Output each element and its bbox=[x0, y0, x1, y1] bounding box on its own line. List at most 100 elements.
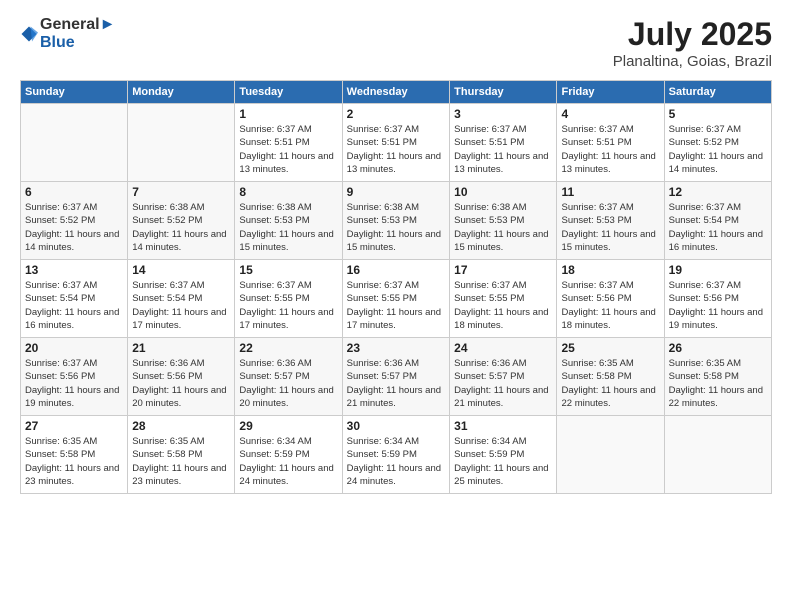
calendar-cell: 18Sunrise: 6:37 AMSunset: 5:56 PMDayligh… bbox=[557, 260, 664, 338]
day-info: Sunrise: 6:37 AMSunset: 5:51 PMDaylight:… bbox=[239, 123, 337, 176]
calendar-cell: 28Sunrise: 6:35 AMSunset: 5:58 PMDayligh… bbox=[128, 416, 235, 494]
day-info: Sunrise: 6:34 AMSunset: 5:59 PMDaylight:… bbox=[454, 435, 552, 488]
calendar-cell: 30Sunrise: 6:34 AMSunset: 5:59 PMDayligh… bbox=[342, 416, 449, 494]
calendar-cell: 19 Sunrise: 6:37 AMSunset: 5:56 PMDayligh… bbox=[664, 260, 771, 338]
logo-icon bbox=[20, 25, 38, 43]
day-number: 4 bbox=[561, 107, 659, 121]
calendar-cell: 8 Sunrise: 6:38 AMSunset: 5:53 PMDaylight… bbox=[235, 182, 342, 260]
calendar-cell: 27 Sunrise: 6:35 AMSunset: 5:58 PMDayligh… bbox=[21, 416, 128, 494]
logo-text: General► Blue bbox=[40, 16, 115, 51]
day-info: Sunrise: 6:35 AMSunset: 5:58 PMDaylight:… bbox=[25, 435, 123, 488]
day-number: 23 bbox=[347, 341, 445, 355]
day-info: Sunrise: 6:34 AMSunset: 5:59 PMDaylight:… bbox=[239, 435, 337, 488]
day-number: 27 bbox=[25, 419, 123, 433]
calendar-cell: 24 Sunrise: 6:36 AMSunset: 5:57 PMDayligh… bbox=[450, 338, 557, 416]
day-number: 17 bbox=[454, 263, 552, 277]
day-number: 6 bbox=[25, 185, 123, 199]
day-info: Sunrise: 6:37 AMSunset: 5:52 PMDaylight:… bbox=[25, 201, 123, 254]
col-saturday: Saturday bbox=[664, 81, 771, 104]
day-info: Sunrise: 6:35 AMSunset: 5:58 PMDaylight:… bbox=[561, 357, 659, 410]
day-number: 7 bbox=[132, 185, 230, 199]
day-info: Sunrise: 6:35 AMSunset: 5:58 PMDaylight:… bbox=[669, 357, 767, 410]
day-info: Sunrise: 6:37 AMSunset: 5:54 PMDaylight:… bbox=[669, 201, 767, 254]
calendar-cell: 2Sunrise: 6:37 AMSunset: 5:51 PMDaylight… bbox=[342, 104, 449, 182]
calendar-cell: 29 Sunrise: 6:34 AMSunset: 5:59 PMDayligh… bbox=[235, 416, 342, 494]
calendar-cell: 14 Sunrise: 6:37 AMSunset: 5:54 PMDayligh… bbox=[128, 260, 235, 338]
day-info: Sunrise: 6:37 AMSunset: 5:51 PMDaylight:… bbox=[454, 123, 552, 176]
day-info: Sunrise: 6:37 AMSunset: 5:56 PMDaylight:… bbox=[25, 357, 123, 410]
col-monday: Monday bbox=[128, 81, 235, 104]
day-number: 16 bbox=[347, 263, 445, 277]
day-number: 26 bbox=[669, 341, 767, 355]
day-number: 25 bbox=[561, 341, 659, 355]
day-info: Sunrise: 6:36 AMSunset: 5:57 PMDaylight:… bbox=[239, 357, 337, 410]
calendar-cell: 22Sunrise: 6:36 AMSunset: 5:57 PMDayligh… bbox=[235, 338, 342, 416]
day-info: Sunrise: 6:37 AMSunset: 5:51 PMDaylight:… bbox=[561, 123, 659, 176]
calendar-week-row: 27 Sunrise: 6:35 AMSunset: 5:58 PMDayligh… bbox=[21, 416, 772, 494]
day-number: 9 bbox=[347, 185, 445, 199]
calendar-week-row: 13Sunrise: 6:37 AMSunset: 5:54 PMDayligh… bbox=[21, 260, 772, 338]
calendar-cell: 9 Sunrise: 6:38 AMSunset: 5:53 PMDaylight… bbox=[342, 182, 449, 260]
calendar-table: Sunday Monday Tuesday Wednesday Thursday… bbox=[20, 80, 772, 494]
col-sunday: Sunday bbox=[21, 81, 128, 104]
day-number: 3 bbox=[454, 107, 552, 121]
month-title: July 2025 bbox=[613, 16, 772, 53]
calendar-cell: 21Sunrise: 6:36 AMSunset: 5:56 PMDayligh… bbox=[128, 338, 235, 416]
calendar-cell: 12 Sunrise: 6:37 AMSunset: 5:54 PMDayligh… bbox=[664, 182, 771, 260]
day-info: Sunrise: 6:37 AMSunset: 5:54 PMDaylight:… bbox=[132, 279, 230, 332]
calendar-cell: 17 Sunrise: 6:37 AMSunset: 5:55 PMDayligh… bbox=[450, 260, 557, 338]
day-info: Sunrise: 6:38 AMSunset: 5:53 PMDaylight:… bbox=[347, 201, 445, 254]
calendar-cell: 13Sunrise: 6:37 AMSunset: 5:54 PMDayligh… bbox=[21, 260, 128, 338]
day-info: Sunrise: 6:38 AMSunset: 5:53 PMDaylight:… bbox=[454, 201, 552, 254]
calendar-cell: 25 Sunrise: 6:35 AMSunset: 5:58 PMDayligh… bbox=[557, 338, 664, 416]
day-info: Sunrise: 6:36 AMSunset: 5:57 PMDaylight:… bbox=[454, 357, 552, 410]
day-number: 28 bbox=[132, 419, 230, 433]
calendar-cell: 4 Sunrise: 6:37 AMSunset: 5:51 PMDaylight… bbox=[557, 104, 664, 182]
calendar-week-row: 1 Sunrise: 6:37 AMSunset: 5:51 PMDaylight… bbox=[21, 104, 772, 182]
day-info: Sunrise: 6:36 AMSunset: 5:57 PMDaylight:… bbox=[347, 357, 445, 410]
page: General► Blue July 2025 Planaltina, Goia… bbox=[0, 0, 792, 612]
day-info: Sunrise: 6:37 AMSunset: 5:56 PMDaylight:… bbox=[669, 279, 767, 332]
calendar-cell: 6 Sunrise: 6:37 AMSunset: 5:52 PMDaylight… bbox=[21, 182, 128, 260]
calendar-cell bbox=[664, 416, 771, 494]
logo: General► Blue bbox=[20, 16, 115, 51]
day-number: 8 bbox=[239, 185, 337, 199]
calendar-cell bbox=[128, 104, 235, 182]
day-number: 31 bbox=[454, 419, 552, 433]
calendar-cell: 3 Sunrise: 6:37 AMSunset: 5:51 PMDaylight… bbox=[450, 104, 557, 182]
day-number: 12 bbox=[669, 185, 767, 199]
col-tuesday: Tuesday bbox=[235, 81, 342, 104]
header: General► Blue July 2025 Planaltina, Goia… bbox=[20, 16, 772, 70]
calendar-cell: 23 Sunrise: 6:36 AMSunset: 5:57 PMDayligh… bbox=[342, 338, 449, 416]
calendar-cell: 15 Sunrise: 6:37 AMSunset: 5:55 PMDayligh… bbox=[235, 260, 342, 338]
day-info: Sunrise: 6:38 AMSunset: 5:52 PMDaylight:… bbox=[132, 201, 230, 254]
calendar-cell: 31 Sunrise: 6:34 AMSunset: 5:59 PMDayligh… bbox=[450, 416, 557, 494]
day-number: 10 bbox=[454, 185, 552, 199]
calendar-cell: 7 Sunrise: 6:38 AMSunset: 5:52 PMDaylight… bbox=[128, 182, 235, 260]
day-info: Sunrise: 6:37 AMSunset: 5:55 PMDaylight:… bbox=[454, 279, 552, 332]
day-number: 18 bbox=[561, 263, 659, 277]
day-number: 1 bbox=[239, 107, 337, 121]
day-number: 2 bbox=[347, 107, 445, 121]
day-number: 14 bbox=[132, 263, 230, 277]
day-number: 29 bbox=[239, 419, 337, 433]
day-info: Sunrise: 6:38 AMSunset: 5:53 PMDaylight:… bbox=[239, 201, 337, 254]
day-info: Sunrise: 6:37 AMSunset: 5:55 PMDaylight:… bbox=[239, 279, 337, 332]
calendar-cell: 16 Sunrise: 6:37 AMSunset: 5:55 PMDayligh… bbox=[342, 260, 449, 338]
calendar-cell: 10 Sunrise: 6:38 AMSunset: 5:53 PMDayligh… bbox=[450, 182, 557, 260]
day-info: Sunrise: 6:37 AMSunset: 5:54 PMDaylight:… bbox=[25, 279, 123, 332]
calendar-cell bbox=[557, 416, 664, 494]
calendar-cell: 5Sunrise: 6:37 AMSunset: 5:52 PMDaylight… bbox=[664, 104, 771, 182]
day-number: 30 bbox=[347, 419, 445, 433]
calendar-week-row: 6 Sunrise: 6:37 AMSunset: 5:52 PMDaylight… bbox=[21, 182, 772, 260]
day-number: 21 bbox=[132, 341, 230, 355]
col-wednesday: Wednesday bbox=[342, 81, 449, 104]
day-number: 11 bbox=[561, 185, 659, 199]
day-number: 19 bbox=[669, 263, 767, 277]
calendar-week-row: 20Sunrise: 6:37 AMSunset: 5:56 PMDayligh… bbox=[21, 338, 772, 416]
day-info: Sunrise: 6:37 AMSunset: 5:55 PMDaylight:… bbox=[347, 279, 445, 332]
location-title: Planaltina, Goias, Brazil bbox=[613, 53, 772, 70]
col-thursday: Thursday bbox=[450, 81, 557, 104]
day-number: 24 bbox=[454, 341, 552, 355]
day-number: 15 bbox=[239, 263, 337, 277]
